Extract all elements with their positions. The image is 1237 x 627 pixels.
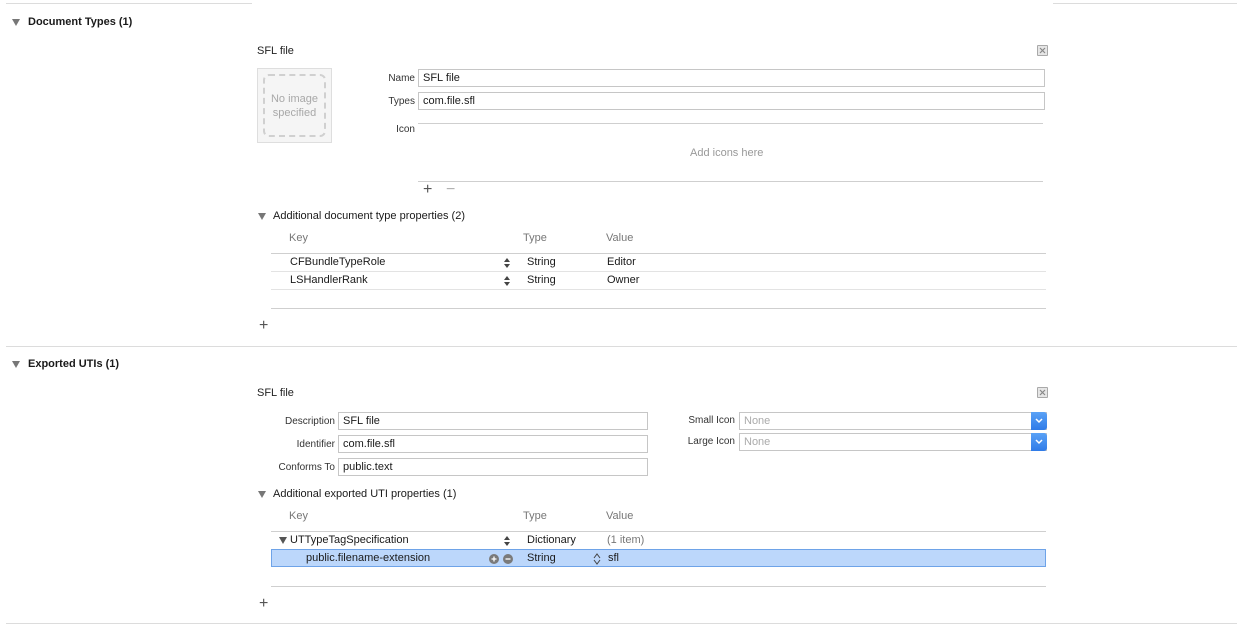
doc-row1-value[interactable]: Editor xyxy=(607,256,636,268)
uti-row1-disclosure-icon[interactable] xyxy=(279,537,287,544)
small-icon-label: Small Icon xyxy=(688,415,735,426)
types-field[interactable] xyxy=(418,92,1045,110)
large-icon-popup[interactable]: None xyxy=(739,433,1047,451)
small-icon-popup[interactable]: None xyxy=(739,412,1047,430)
identifier-field[interactable] xyxy=(338,435,648,453)
uti-row1-value: (1 item) xyxy=(607,534,645,546)
top-separator-left xyxy=(6,3,252,4)
uti-add-property-button[interactable]: + xyxy=(259,596,268,612)
uti-col-type: Type xyxy=(523,510,547,522)
image-placeholder: No image specified xyxy=(263,74,326,137)
doc-row2-type: String xyxy=(527,274,556,286)
remove-icon-button[interactable]: − xyxy=(446,182,455,198)
section-separator xyxy=(6,346,1237,347)
uti-row2-value[interactable]: sfl xyxy=(608,552,619,564)
doc-row2-key: LSHandlerRank xyxy=(290,274,368,286)
doc-row-divider-1 xyxy=(271,271,1046,272)
doc-table-header-line xyxy=(271,253,1046,254)
doc-row1-key: CFBundleTypeRole xyxy=(290,256,386,268)
document-types-section-title: Document Types (1) xyxy=(28,16,133,28)
table-row[interactable]: public.filename-extension String sfl xyxy=(271,549,1046,567)
description-label: Description xyxy=(284,416,335,427)
conforms-to-field[interactable] xyxy=(338,458,648,476)
doc-row-divider-2 xyxy=(271,289,1046,290)
uti-table-bottom-line xyxy=(271,586,1046,587)
name-field[interactable] xyxy=(418,69,1045,87)
icon-label: Icon xyxy=(396,124,415,135)
icon-area-bottom-line xyxy=(418,181,1043,182)
exported-utis-section-title: Exported UTIs (1) xyxy=(28,358,120,370)
image-placeholder-text: No image specified xyxy=(270,92,319,119)
add-icon-button[interactable]: + xyxy=(423,182,432,198)
uti-table-header-line xyxy=(271,531,1046,532)
small-icon-chevron-down-icon[interactable] xyxy=(1031,412,1047,430)
large-icon-chevron-down-icon[interactable] xyxy=(1031,433,1047,451)
uti-additional-disclosure-icon[interactable] xyxy=(258,491,266,498)
doc-col-value: Value xyxy=(606,232,634,244)
uti-row1-type: Dictionary xyxy=(527,534,576,546)
doc-col-type: Type xyxy=(523,232,547,244)
bottom-separator xyxy=(6,623,1237,624)
uti-row1-key: UTTypeTagSpecification xyxy=(290,534,409,546)
uti-row2-key: public.filename-extension xyxy=(306,552,431,564)
uti-row2-type-stepper-icon[interactable] xyxy=(593,553,601,565)
doc-row2-key-stepper-icon[interactable] xyxy=(503,275,511,287)
description-field[interactable] xyxy=(338,412,648,430)
doc-additional-disclosure-icon[interactable] xyxy=(258,213,266,220)
document-type-item-title: SFL file xyxy=(257,45,294,57)
large-icon-value: None xyxy=(744,436,771,448)
doc-table-bottom-line xyxy=(271,308,1046,309)
types-label: Types xyxy=(388,96,415,107)
document-type-image-well[interactable]: No image specified xyxy=(257,68,332,143)
conforms-to-label: Conforms To xyxy=(278,462,335,473)
doc-col-key: Key xyxy=(289,232,308,244)
add-icons-text: Add icons here xyxy=(690,147,764,159)
uti-close-icon[interactable] xyxy=(1037,387,1048,398)
icon-area-top-line xyxy=(418,123,1043,124)
exported-utis-disclosure-icon[interactable] xyxy=(12,361,20,368)
doc-row1-type: String xyxy=(527,256,556,268)
add-row-icon[interactable] xyxy=(489,554,499,564)
uti-item-title: SFL file xyxy=(257,387,294,399)
identifier-label: Identifier xyxy=(296,439,335,450)
document-type-close-icon[interactable] xyxy=(1037,45,1048,56)
doc-additional-title: Additional document type properties (2) xyxy=(273,210,465,222)
name-label: Name xyxy=(388,73,415,84)
document-types-disclosure-icon[interactable] xyxy=(12,19,20,26)
uti-col-key: Key xyxy=(289,510,308,522)
doc-add-property-button[interactable]: + xyxy=(259,318,268,334)
uti-additional-title: Additional exported UTI properties (1) xyxy=(273,488,457,500)
large-icon-label: Large Icon xyxy=(687,436,735,447)
remove-row-icon[interactable] xyxy=(503,554,513,564)
doc-row2-value[interactable]: Owner xyxy=(607,274,639,286)
uti-row2-type: String xyxy=(527,552,556,564)
doc-row1-key-stepper-icon[interactable] xyxy=(503,257,511,269)
uti-row1-key-stepper-icon[interactable] xyxy=(503,535,511,547)
small-icon-value: None xyxy=(744,415,771,427)
uti-col-value: Value xyxy=(606,510,634,522)
top-separator-right xyxy=(1053,3,1237,4)
